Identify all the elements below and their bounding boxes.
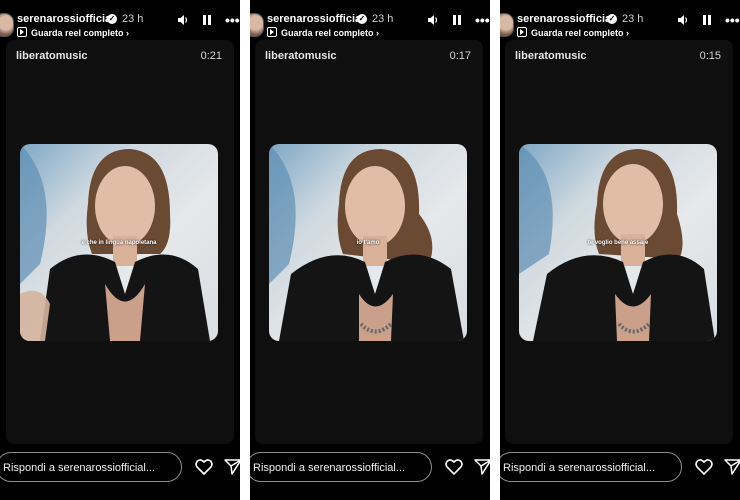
reel-icon — [517, 27, 527, 37]
speaker-icon[interactable] — [677, 14, 689, 26]
more-dots-icon[interactable]: ••• — [225, 13, 240, 27]
username[interactable]: serenarossiofficial — [267, 13, 364, 25]
watch-full-reel-link[interactable]: Guarda reel completo › — [267, 27, 379, 38]
story-footer: Rispondi a serenarossiofficial... — [250, 448, 490, 500]
story-panel-1[interactable]: serenarossiofficial ✓ 23 h Guarda reel c… — [0, 0, 240, 500]
story-header: serenarossiofficial ✓ 23 h Guarda reel c… — [250, 0, 490, 42]
reply-placeholder: Rispondi a serenarossiofficial... — [3, 462, 156, 474]
pause-icon[interactable] — [201, 14, 213, 26]
video-caption: te voglio bene assaje — [587, 240, 649, 246]
pause-icon[interactable] — [451, 14, 463, 26]
more-dots-icon[interactable]: ••• — [475, 13, 490, 27]
reel-icon — [267, 27, 277, 37]
card-account[interactable]: liberatomusic — [265, 50, 337, 62]
story-footer: Rispondi a serenarossiofficial... — [500, 448, 740, 500]
video-caption: io t'amo — [356, 240, 380, 246]
card-timer: 0:21 — [200, 50, 222, 62]
verified-badge-icon: ✓ — [607, 14, 617, 24]
username[interactable]: serenarossiofficial — [517, 13, 614, 25]
username[interactable]: serenarossiofficial — [17, 13, 114, 25]
heart-icon[interactable] — [195, 459, 213, 475]
reply-placeholder: Rispondi a serenarossiofficial... — [503, 462, 656, 474]
video-frame[interactable]: io t'amo — [269, 144, 467, 341]
reply-placeholder: Rispondi a serenarossiofficial... — [253, 462, 406, 474]
story-header: serenarossiofficial ✓ 23 h Guarda reel c… — [500, 0, 740, 42]
story-header: serenarossiofficial ✓ 23 h Guarda reel c… — [0, 0, 240, 42]
shared-reel-card[interactable]: liberatomusic 0:15 te voglio bene assaje — [505, 40, 733, 444]
send-icon[interactable] — [724, 459, 740, 475]
reply-input[interactable]: Rispondi a serenarossiofficial... — [500, 452, 682, 482]
more-dots-icon[interactable]: ••• — [725, 13, 740, 27]
heart-icon[interactable] — [695, 459, 713, 475]
avatar[interactable] — [0, 13, 14, 37]
post-time: 23 h — [122, 13, 144, 25]
video-caption: è che in lingua napoletana — [81, 240, 157, 246]
reply-input[interactable]: Rispondi a serenarossiofficial... — [250, 452, 432, 482]
video-frame[interactable]: è che in lingua napoletana — [20, 144, 218, 341]
send-icon[interactable] — [224, 459, 240, 475]
story-panel-2[interactable]: serenarossiofficial ✓ 23 h Guarda reel c… — [250, 0, 490, 500]
pause-icon[interactable] — [701, 14, 713, 26]
card-account[interactable]: liberatomusic — [16, 50, 88, 62]
card-timer: 0:17 — [449, 50, 471, 62]
verified-badge-icon: ✓ — [107, 14, 117, 24]
shared-reel-card[interactable]: liberatomusic 0:17 io t'amo — [255, 40, 483, 444]
story-footer: Rispondi a serenarossiofficial... — [0, 448, 240, 500]
speaker-icon[interactable] — [177, 14, 189, 26]
card-account[interactable]: liberatomusic — [515, 50, 587, 62]
reply-input[interactable]: Rispondi a serenarossiofficial... — [0, 452, 182, 482]
story-panel-3[interactable]: serenarossiofficial ✓ 23 h Guarda reel c… — [500, 0, 740, 500]
reel-icon — [17, 27, 27, 37]
heart-icon[interactable] — [445, 459, 463, 475]
card-timer: 0:15 — [699, 50, 721, 62]
watch-full-reel-link[interactable]: Guarda reel completo › — [517, 27, 629, 38]
verified-badge-icon: ✓ — [357, 14, 367, 24]
avatar[interactable] — [250, 13, 264, 37]
watch-full-reel-link[interactable]: Guarda reel completo › — [17, 27, 129, 38]
send-icon[interactable] — [474, 459, 490, 475]
avatar[interactable] — [500, 13, 514, 37]
speaker-icon[interactable] — [427, 14, 439, 26]
post-time: 23 h — [372, 13, 394, 25]
shared-reel-card[interactable]: liberatomusic 0:21 è che in lingua napol… — [6, 40, 234, 444]
post-time: 23 h — [622, 13, 644, 25]
video-frame[interactable]: te voglio bene assaje — [519, 144, 717, 341]
